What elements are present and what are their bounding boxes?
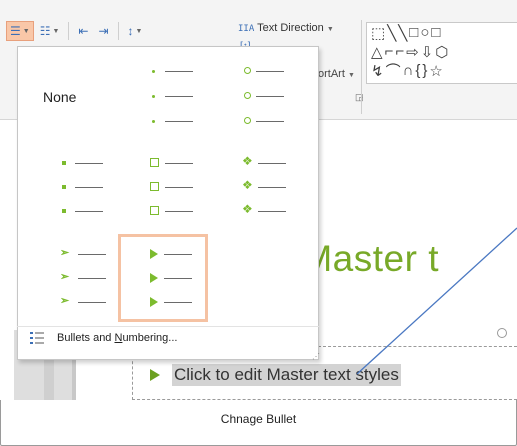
annotation-pointer-line <box>356 227 517 375</box>
